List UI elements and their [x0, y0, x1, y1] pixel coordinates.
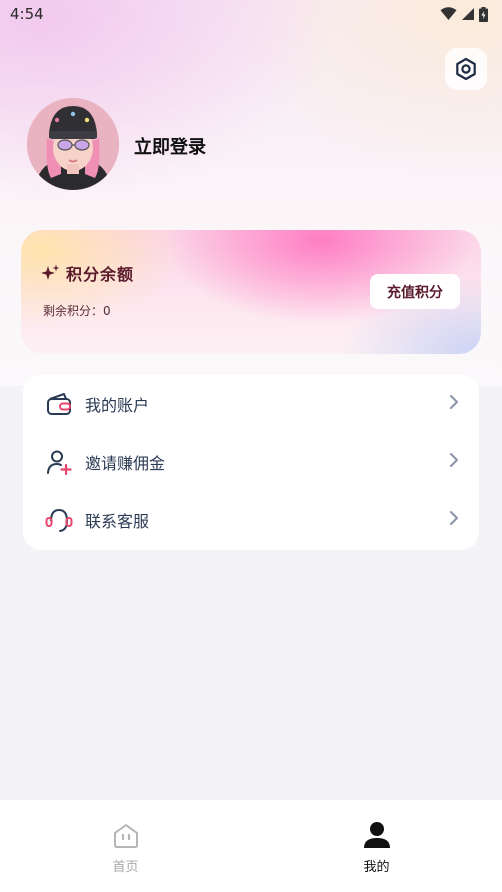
battery-icon	[479, 6, 488, 22]
menu-item-contact-support[interactable]: 联系客服	[23, 491, 479, 549]
wifi-icon	[440, 7, 457, 21]
person-icon	[363, 822, 390, 848]
invite-user-icon	[45, 448, 73, 476]
chevron-right-icon	[449, 510, 459, 530]
points-balance-card: 积分余额 剩余积分：0 充值积分	[21, 230, 481, 354]
chevron-right-icon	[449, 452, 459, 472]
headset-icon	[45, 506, 73, 534]
points-title-row: 积分余额	[41, 261, 134, 285]
menu-item-my-account[interactable]: 我的账户	[23, 375, 479, 433]
tab-mine[interactable]: 我的	[251, 800, 502, 892]
home-icon	[113, 824, 138, 848]
chevron-right-icon	[449, 394, 459, 414]
tab-mine-label: 我的	[363, 860, 390, 875]
status-icons	[440, 6, 488, 22]
recharge-points-button[interactable]: 充值积分	[370, 274, 460, 309]
points-balance-title: 积分余额	[66, 265, 135, 284]
wallet-icon	[45, 390, 73, 418]
sparkle-icon	[41, 264, 60, 280]
menu-card: 我的账户 邀请赚佣金 联系客服	[23, 375, 479, 550]
cellular-signal-icon	[462, 8, 474, 20]
points-remaining-text: 剩余积分：0	[43, 304, 111, 318]
avatar[interactable]	[27, 98, 119, 190]
menu-item-label: 我的账户	[85, 396, 150, 415]
status-time: 4:54	[10, 5, 44, 23]
login-link[interactable]: 立即登录	[134, 133, 206, 159]
menu-item-invite-commission[interactable]: 邀请赚佣金	[23, 433, 479, 491]
menu-item-label: 联系客服	[85, 512, 150, 531]
avatar-image	[27, 98, 119, 190]
tab-home[interactable]: 首页	[0, 800, 251, 892]
menu-item-label: 邀请赚佣金	[85, 454, 166, 473]
status-bar: 4:54	[0, 0, 502, 28]
settings-button[interactable]	[445, 48, 487, 90]
settings-hexagon-icon	[456, 57, 476, 81]
tab-home-label: 首页	[112, 860, 139, 875]
bottom-tab-bar: 首页 我的	[0, 800, 502, 892]
